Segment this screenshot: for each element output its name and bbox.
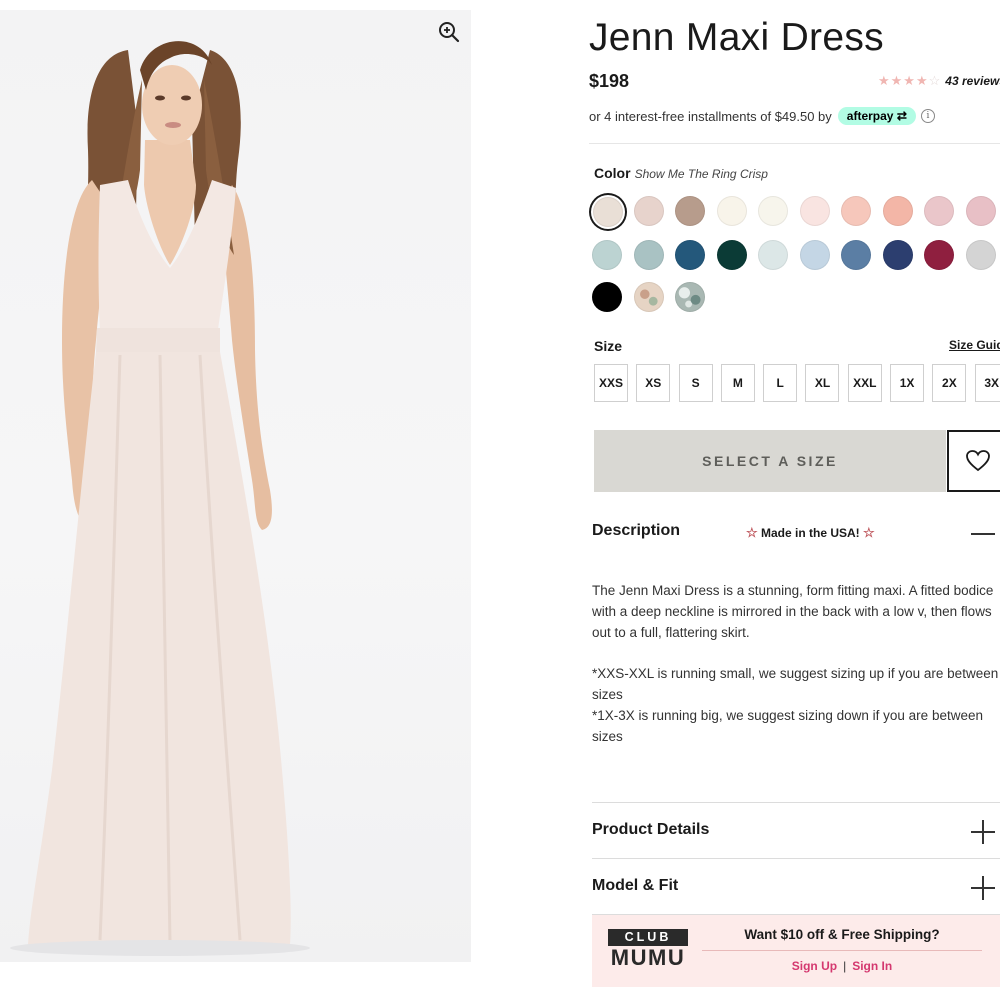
description-paragraph: The Jenn Maxi Dress is a stunning, form … bbox=[592, 583, 994, 640]
club-mumu-logo: CLUB MUMU bbox=[608, 929, 688, 970]
sign-in-link[interactable]: Sign In bbox=[852, 959, 892, 973]
color-swatch[interactable] bbox=[675, 282, 705, 312]
collapse-icon[interactable] bbox=[971, 533, 995, 535]
made-in-usa-badge: ☆ Made in the USA! ☆ bbox=[746, 525, 875, 540]
star-icon: ☆ bbox=[863, 525, 875, 540]
review-count[interactable]: 43 reviews bbox=[945, 74, 1000, 88]
color-swatches bbox=[592, 196, 1000, 312]
color-swatch[interactable] bbox=[799, 196, 830, 226]
color-swatch[interactable] bbox=[592, 282, 622, 312]
product-image[interactable] bbox=[0, 10, 471, 962]
accordion-label: Product Details bbox=[592, 821, 710, 838]
color-swatch[interactable] bbox=[924, 196, 954, 226]
rating[interactable]: ★★★★☆ 43 reviews bbox=[878, 73, 1000, 89]
sign-up-link[interactable]: Sign Up bbox=[792, 959, 837, 973]
product-price: $198 bbox=[589, 71, 630, 91]
info-icon[interactable]: i bbox=[920, 109, 935, 123]
color-swatch[interactable] bbox=[633, 240, 664, 270]
description-spacer bbox=[592, 643, 1000, 664]
color-swatch[interactable] bbox=[924, 240, 954, 270]
size-option-xxl[interactable]: XXL bbox=[847, 364, 882, 402]
size-option-xs[interactable]: XS bbox=[636, 364, 671, 402]
star-icon: ☆ bbox=[746, 525, 758, 540]
size-option-3x[interactable]: 3X bbox=[974, 364, 1000, 402]
size-option-xxs[interactable]: XXS bbox=[594, 364, 628, 402]
color-swatch[interactable] bbox=[758, 196, 788, 226]
size-guide-link[interactable]: Size Guide bbox=[949, 338, 1000, 352]
size-option-2x[interactable]: 2X bbox=[932, 364, 967, 402]
color-swatch[interactable] bbox=[675, 240, 705, 270]
link-separator: | bbox=[843, 959, 847, 973]
color-swatch[interactable] bbox=[633, 282, 664, 312]
size-options: XXS XS S M L XL XXL 1X 2X 3X bbox=[594, 364, 1000, 402]
color-swatch[interactable] bbox=[882, 196, 913, 226]
club-offer-text: Want $10 off & Free Shipping? bbox=[744, 927, 940, 942]
description-paragraph: *1X-3X is running big, we suggest sizing… bbox=[592, 707, 983, 744]
color-swatch[interactable] bbox=[882, 240, 913, 270]
wishlist-button[interactable] bbox=[947, 430, 1000, 492]
accordion-label: Model & Fit bbox=[592, 877, 679, 894]
color-swatch[interactable] bbox=[965, 196, 996, 226]
color-swatch[interactable] bbox=[841, 196, 871, 226]
description-paragraph: *XXS-XXL is running small, we suggest si… bbox=[592, 666, 999, 702]
model-photo bbox=[10, 41, 310, 956]
color-swatch[interactable] bbox=[799, 240, 830, 270]
selected-color-name: Show Me The Ring Crisp bbox=[634, 167, 768, 181]
select-size-button[interactable]: SELECT A SIZE bbox=[594, 430, 946, 492]
zoom-in-icon[interactable] bbox=[437, 20, 461, 44]
accordion-product-details[interactable]: Product Details bbox=[592, 802, 1000, 859]
rating-stars: ★★★★☆ bbox=[878, 73, 942, 88]
accordion-model-fit[interactable]: Model & Fit bbox=[592, 858, 1000, 915]
color-swatch[interactable] bbox=[716, 240, 747, 270]
afterpay-arrows-icon: ⇄ bbox=[896, 109, 907, 123]
product-title: Jenn Maxi Dress bbox=[589, 16, 884, 59]
installments-row: or 4 interest-free installments of $49.5… bbox=[589, 107, 935, 125]
color-swatch[interactable] bbox=[758, 240, 788, 270]
plus-icon[interactable] bbox=[971, 876, 995, 900]
color-swatch[interactable] bbox=[633, 196, 664, 226]
size-option-1x[interactable]: 1X bbox=[890, 364, 925, 402]
installments-text: or 4 interest-free installments of $49.5… bbox=[589, 108, 832, 124]
heart-icon bbox=[966, 450, 990, 472]
color-swatch[interactable] bbox=[716, 196, 747, 226]
size-option-s[interactable]: S bbox=[678, 364, 713, 402]
color-swatch[interactable] bbox=[593, 197, 623, 227]
color-swatch[interactable] bbox=[841, 240, 871, 270]
size-option-m[interactable]: M bbox=[720, 364, 755, 402]
size-label: Size bbox=[594, 338, 623, 354]
afterpay-logo: afterpay ⇄ bbox=[837, 107, 916, 125]
color-swatch[interactable] bbox=[675, 196, 705, 226]
club-mumu-banner: CLUB MUMU Want $10 off & Free Shipping? … bbox=[592, 914, 1000, 987]
divider bbox=[589, 143, 1000, 144]
size-option-l[interactable]: L bbox=[763, 364, 798, 402]
color-swatch[interactable] bbox=[592, 240, 622, 270]
divider bbox=[702, 950, 982, 951]
color-label: Color Show Me The Ring Crisp bbox=[594, 165, 768, 181]
description-body: The Jenn Maxi Dress is a stunning, form … bbox=[592, 581, 1000, 747]
size-option-xl[interactable]: XL bbox=[805, 364, 840, 402]
description-heading[interactable]: Description bbox=[592, 522, 680, 540]
club-links: Sign Up | Sign In bbox=[732, 959, 952, 973]
plus-icon[interactable] bbox=[971, 820, 995, 844]
color-swatch[interactable] bbox=[965, 240, 996, 270]
